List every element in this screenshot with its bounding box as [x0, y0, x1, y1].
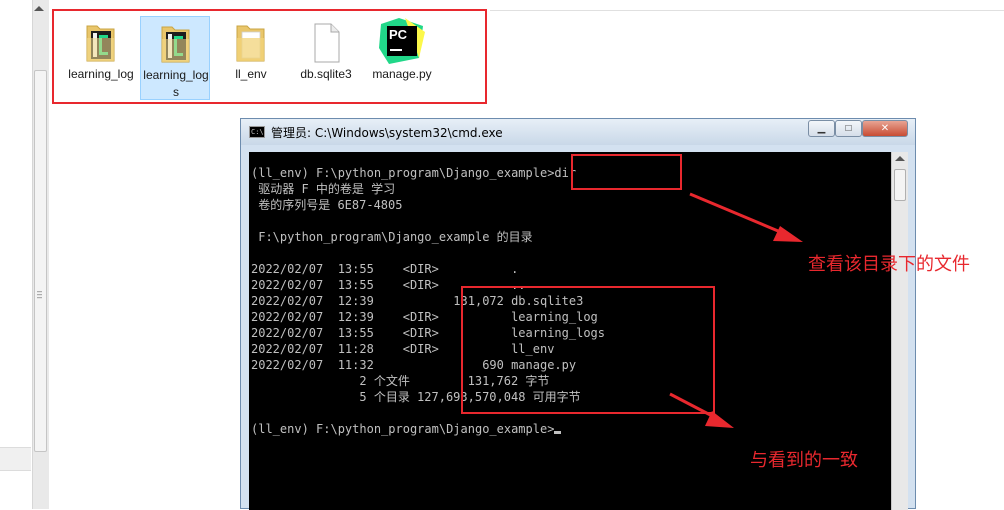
arrow-icon: [689, 192, 803, 242]
annotation-view-files: 查看该目录下的文件: [808, 254, 970, 275]
annotation-consistent: 与看到的一致: [750, 450, 858, 471]
arrow-icon: [669, 392, 734, 428]
